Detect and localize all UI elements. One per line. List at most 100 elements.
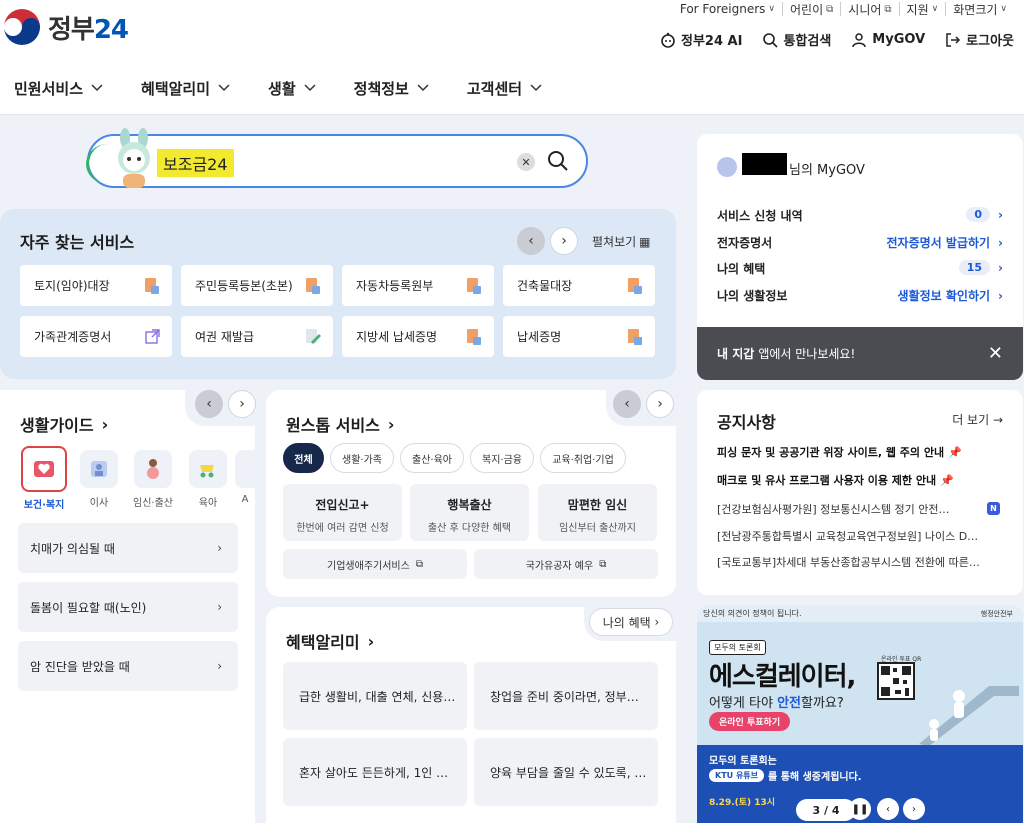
gov24-ai-link[interactable]: 정부24 AI [660,30,742,49]
search-box[interactable]: 보조금24 ✕ [86,128,588,188]
prev-button[interactable]: ‹ [877,798,899,820]
close-icon[interactable]: ✕ [988,343,1003,364]
category-pregnancy-birth[interactable]: 임신·출산 [128,450,178,509]
banner-lower-text: KTU 유튜브 를 통해 생중계됩니다. [709,768,862,783]
chevron-right-icon: › [998,260,1003,275]
service-resident-register[interactable]: 주민등록등본(초본) [181,265,333,306]
category-moving[interactable]: 이사 [74,450,124,509]
filter-all[interactable]: 전체 [283,443,324,473]
notice-item[interactable]: [전남광주통합특별시 교육청교육연구정보원] 나이스 D… [717,528,1003,544]
service-tax-certificate[interactable]: 납세증명 [503,316,655,357]
for-foreigners-link[interactable]: For Foreigners ∨ [673,2,784,16]
mygov-link[interactable]: MyGOV [851,30,925,49]
support-menu[interactable]: 지원 ∨ [900,2,947,17]
prev-button[interactable]: ‹ [613,390,641,418]
clear-search-button[interactable]: ✕ [517,153,535,171]
main-links: 정부24 AI 통합검색 MyGOV 로그아웃 [660,30,1014,49]
redacted-user-name [742,153,787,175]
filter-life-family[interactable]: 생활·가족 [330,443,394,473]
onestop-title[interactable]: 원스톱 서비스 › [286,412,394,436]
external-link-icon [145,329,160,344]
utility-nav: For Foreigners ∨ 어린이 ⧉ 시니어 ⧉ 지원 ∨ 화면크기 ∨ [673,2,1014,17]
benefit-item[interactable]: 급한 생활비, 대출 연체, 신용… [283,662,467,730]
logo-text: 정부24 [48,14,129,45]
gov24-logo[interactable]: 정부24 [2,7,129,47]
notice-item[interactable]: 피싱 문자 및 공공기관 위장 사이트, 웹 주의 안내 📌 [717,444,1003,460]
promo-banner[interactable]: 당신의 의견이 정책이 됩니다. 행정안전부 모두의 토론회 에스컬레이터, 어… [697,606,1023,823]
next-button[interactable]: › [646,390,674,418]
document-icon [145,278,159,294]
service-local-tax-certificate[interactable]: 지방세 납세증명 [342,316,494,357]
veterans-link[interactable]: 국가유공자 예우 ⧉ [474,549,658,579]
online-vote-button[interactable]: 온라인 투표하기 [709,712,791,731]
expand-all-button[interactable]: 펼쳐보기 ▦ [592,233,651,250]
onestop-happy-birth[interactable]: 행복출산 출산 후 다양한 혜택 [410,484,529,541]
chevron-right-icon: › [217,659,222,673]
business-lifecycle-link[interactable]: 기업생애주기서비스 ⧉ [283,549,467,579]
nav-policy-info[interactable]: 정책정보 [354,78,429,99]
mygov-application-history[interactable]: 서비스 신청 내역 0 › [717,207,1003,224]
logout-link[interactable]: 로그아웃 [945,30,1014,49]
frequent-services-title: 자주 찾는 서비스 [20,233,135,252]
search-input[interactable]: 보조금24 [157,149,234,177]
nav-customer-center[interactable]: 고객센터 [467,78,542,99]
benefit-item[interactable]: 혼자 살아도 든든하게, 1인 … [283,738,467,806]
pause-button[interactable]: ❚❚ [849,798,871,820]
nav-civil-service[interactable]: 민원서비스 [14,78,103,99]
service-passport-reissue[interactable]: 여권 재발급 [181,316,333,357]
banner-tag: 모두의 토론회 [709,640,766,655]
service-land-register[interactable]: 토지(임야)대장 [20,265,172,306]
notice-item[interactable]: 매크로 및 유사 프로그램 사용자 이용 제한 안내 📌 [717,472,1003,488]
next-button[interactable]: › [228,390,256,418]
benefit-item[interactable]: 창업을 준비 중이라면, 정부… [474,662,658,730]
filter-education-employment[interactable]: 교육·취업·기업 [540,443,626,473]
notice-title: 공지사항 [717,413,776,432]
external-link-icon: ⧉ [884,3,892,15]
notice-item[interactable]: [국토교통부]차세대 부동산종합공부시스템 전환에 따른… [717,554,1003,570]
chevron-down-icon [218,84,230,92]
prev-button[interactable]: ‹ [517,227,545,255]
edit-document-icon [306,329,321,344]
life-guide-title[interactable]: 생활가이드 › [20,412,108,436]
document-icon [628,278,642,294]
chevron-down-icon [417,84,429,92]
guide-item-dementia[interactable]: 치매가 의심될 때 › [18,523,238,573]
notice-more-link[interactable]: 더 보기 → [952,411,1003,428]
next-button[interactable]: › [550,227,578,255]
ai-bot-icon [661,32,675,48]
onestop-pregnancy[interactable]: 맘편한 임신 임신부터 출산까지 [538,484,657,541]
mygov-life-info[interactable]: 나의 생활정보 생활정보 확인하기 › [717,287,1003,304]
wallet-promo[interactable]: 내 지갑 앱에서 만나보세요! ✕ [697,327,1023,380]
mygov-e-certificate[interactable]: 전자증명서 전자증명서 발급하기 › [717,234,1003,251]
service-family-certificate[interactable]: 가족관계증명서 [20,316,172,357]
document-icon [467,329,481,345]
external-link-icon: ⧉ [826,3,834,15]
filter-birth-childcare[interactable]: 출산·육아 [400,443,464,473]
category-childcare[interactable]: 육아 [183,450,233,509]
nav-benefit-alert[interactable]: 혜택알리미 [141,78,230,99]
benefit-item[interactable]: 양육 부담을 줄일 수 있도록, … [474,738,658,806]
prev-button[interactable]: ‹ [195,390,223,418]
mygov-my-benefit[interactable]: 나의 혜택 15 › [717,260,1003,277]
guide-item-elder-care[interactable]: 돌봄이 필요할 때(노인) › [18,582,238,632]
benefit-alert-title[interactable]: 혜택알리미 › [286,629,374,653]
onestop-move-in[interactable]: 전입신고+ 한번에 여러 감면 신청 [283,484,402,541]
category-health-welfare[interactable]: 보건·복지 [19,446,69,511]
notice-item[interactable]: [건강보험심사평가원] 정보통신시스템 정기 안전… [717,501,1003,517]
nav-life[interactable]: 생활 [268,78,316,99]
filter-welfare-finance[interactable]: 복지·금융 [470,443,534,473]
external-link-icon: ⧉ [415,558,423,570]
screen-size-menu[interactable]: 화면크기 ∨ [946,2,1014,17]
my-benefit-button[interactable]: 나의 혜택 › [589,608,673,636]
mygov-panel: 님의 MyGOV 서비스 신청 내역 0 › 전자증명서 전자증명서 발급하기 › 나의… [697,134,1023,380]
category-more[interactable]: A [235,450,255,505]
next-button[interactable]: › [903,798,925,820]
escalator-illustration-icon [919,686,1019,746]
kids-link[interactable]: 어린이 ⧉ [783,2,842,17]
senior-link[interactable]: 시니어 ⧉ [841,2,900,17]
search-button[interactable] [545,148,571,174]
integrated-search-link[interactable]: 통합검색 [762,30,831,49]
guide-item-cancer[interactable]: 암 진단을 받았을 때 › [18,641,238,691]
service-building-register[interactable]: 건축물대장 [503,265,655,306]
service-vehicle-register[interactable]: 자동차등록원부 [342,265,494,306]
